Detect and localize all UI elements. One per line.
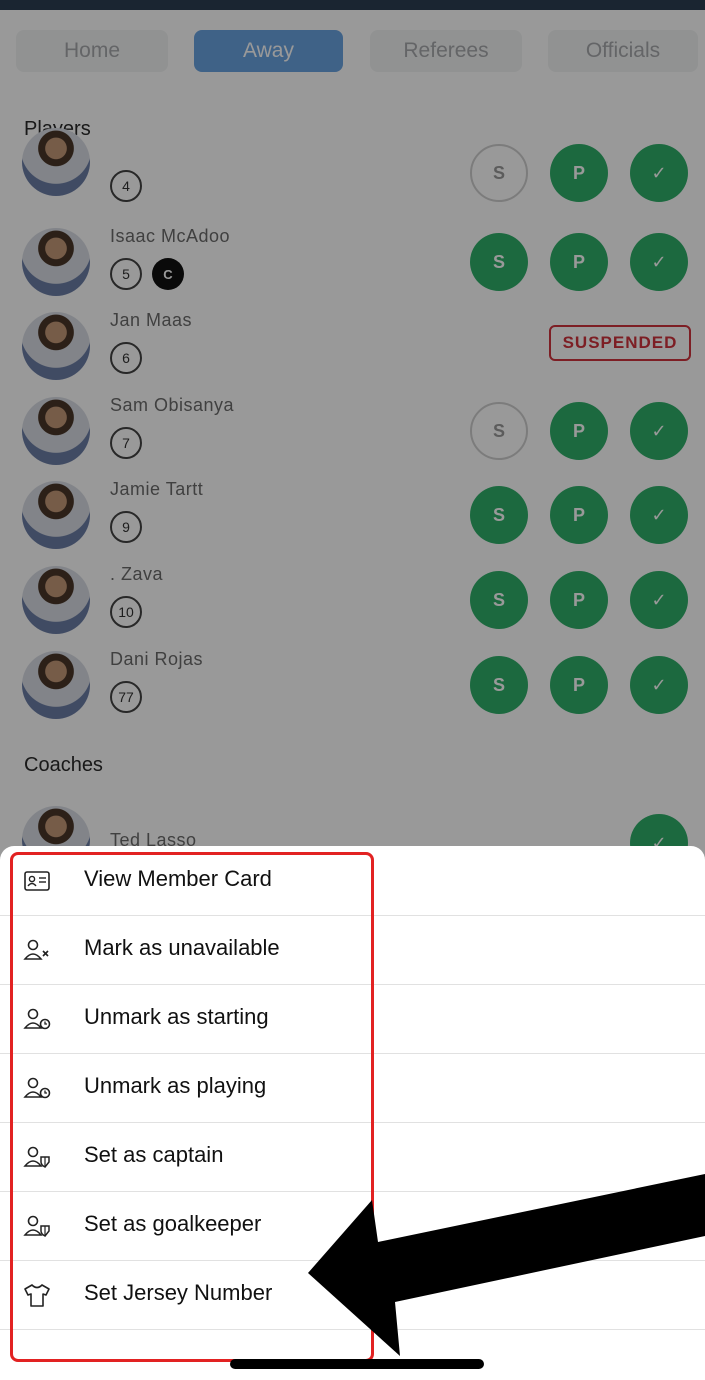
annotation-arrow-icon — [308, 1174, 705, 1356]
home-indicator[interactable] — [230, 1359, 484, 1369]
